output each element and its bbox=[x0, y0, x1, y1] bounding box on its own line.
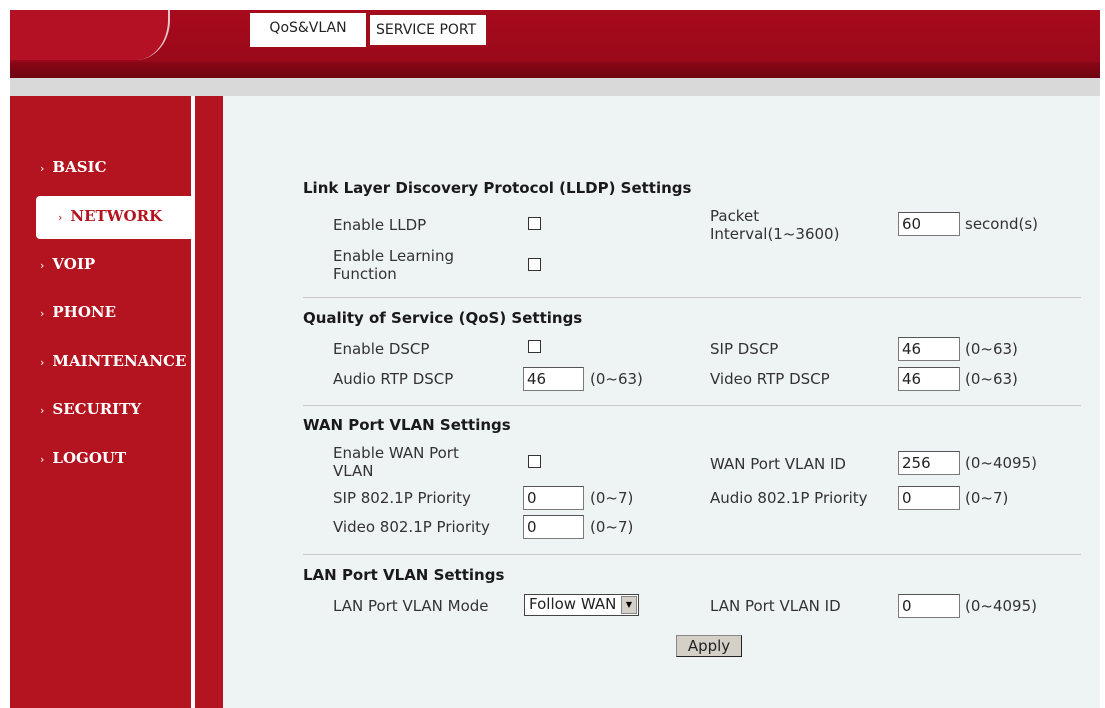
sidebar-item-maintenance[interactable]: › MAINTENANCE bbox=[40, 352, 191, 370]
lan-vlan-id-input[interactable]: 0 bbox=[898, 594, 960, 618]
sidebar-item-phone[interactable]: › PHONE bbox=[40, 303, 116, 321]
lan-vlan-id-label: LAN Port VLAN ID bbox=[710, 597, 841, 615]
sidebar-strip bbox=[195, 96, 223, 708]
sidebar-item-label: BASIC bbox=[52, 158, 107, 176]
chevron-right-icon: › bbox=[40, 356, 45, 369]
header-shade bbox=[10, 62, 1100, 78]
audio-priority-input[interactable]: 0 bbox=[898, 486, 960, 510]
sidebar-item-label: NETWORK bbox=[70, 207, 163, 225]
logo-area bbox=[10, 10, 170, 60]
sip-dscp-range: (0~63) bbox=[965, 340, 1018, 358]
lan-vlan-mode-select[interactable]: Follow WAN ▼ bbox=[524, 594, 639, 616]
video-rtp-dscp-input[interactable]: 46 bbox=[898, 367, 960, 391]
enable-wan-vlan-checkbox[interactable] bbox=[528, 455, 541, 468]
sidebar-item-label: PHONE bbox=[52, 303, 117, 321]
header-separator bbox=[10, 78, 1100, 96]
chevron-right-icon: › bbox=[40, 453, 45, 466]
lan-vlan-id-range: (0~4095) bbox=[965, 597, 1037, 615]
chevron-right-icon: › bbox=[40, 404, 45, 417]
sidebar-item-label: LOGOUT bbox=[52, 449, 127, 467]
wan-section-title: WAN Port VLAN Settings bbox=[303, 416, 511, 434]
packet-interval-input[interactable]: 60 bbox=[898, 212, 960, 236]
sidebar-item-label: MAINTENANCE bbox=[52, 352, 187, 370]
section-divider bbox=[303, 554, 1081, 555]
sip-priority-input[interactable]: 0 bbox=[523, 486, 584, 510]
packet-interval-unit: second(s) bbox=[965, 215, 1039, 233]
video-rtp-dscp-range: (0~63) bbox=[965, 370, 1018, 388]
qos-section-title: Quality of Service (QoS) Settings bbox=[303, 309, 583, 327]
enable-lldp-label: Enable LLDP bbox=[333, 216, 427, 234]
enable-learning-label-line2: Function bbox=[333, 265, 397, 283]
sidebar-item-voip[interactable]: › VOIP bbox=[40, 255, 95, 273]
chevron-right-icon: › bbox=[40, 162, 45, 175]
video-priority-label: Video 802.1P Priority bbox=[333, 518, 490, 536]
enable-learning-label-line1: Enable Learning bbox=[333, 247, 454, 265]
enable-wan-vlan-label-line1: Enable WAN Port bbox=[333, 444, 459, 462]
sidebar-item-label: VOIP bbox=[52, 255, 96, 273]
audio-priority-range: (0~7) bbox=[965, 489, 1009, 507]
chevron-right-icon: › bbox=[58, 211, 63, 224]
dropdown-arrow-icon[interactable]: ▼ bbox=[621, 596, 637, 614]
video-priority-range: (0~7) bbox=[590, 518, 634, 536]
sidebar-item-logout[interactable]: › LOGOUT bbox=[40, 449, 126, 467]
audio-priority-label: Audio 802.1P Priority bbox=[710, 489, 868, 507]
sip-dscp-input[interactable]: 46 bbox=[898, 337, 960, 361]
sip-dscp-label: SIP DSCP bbox=[710, 340, 779, 358]
enable-dscp-checkbox[interactable] bbox=[528, 340, 541, 353]
audio-rtp-dscp-input[interactable]: 46 bbox=[523, 367, 584, 391]
wan-vlan-id-input[interactable]: 256 bbox=[898, 451, 960, 475]
lan-vlan-mode-label: LAN Port VLAN Mode bbox=[333, 597, 489, 615]
enable-wan-vlan-label: Enable WAN Port VLAN bbox=[333, 444, 459, 480]
audio-rtp-dscp-range: (0~63) bbox=[590, 370, 643, 388]
packet-interval-label-line1: Packet bbox=[710, 207, 760, 225]
packet-interval-label: Packet Interval(1~3600) bbox=[710, 207, 839, 243]
sip-priority-range: (0~7) bbox=[590, 489, 634, 507]
sidebar-item-network[interactable]: › NETWORK bbox=[58, 207, 162, 225]
apply-button[interactable]: Apply bbox=[676, 635, 742, 657]
section-divider bbox=[303, 297, 1081, 298]
sidebar-item-label: SECURITY bbox=[52, 400, 142, 418]
audio-rtp-dscp-label: Audio RTP DSCP bbox=[333, 370, 454, 388]
tab-service-port[interactable]: SERVICE PORT bbox=[368, 13, 488, 47]
lan-vlan-mode-value: Follow WAN bbox=[529, 595, 617, 613]
video-rtp-dscp-label: Video RTP DSCP bbox=[710, 370, 830, 388]
section-divider bbox=[303, 405, 1081, 406]
lldp-section-title: Link Layer Discovery Protocol (LLDP) Set… bbox=[303, 179, 692, 197]
packet-interval-label-line2: Interval(1~3600) bbox=[710, 225, 840, 243]
enable-wan-vlan-label-line2: VLAN bbox=[333, 462, 374, 480]
sidebar-item-security[interactable]: › SECURITY bbox=[40, 400, 141, 418]
enable-lldp-checkbox[interactable] bbox=[528, 217, 541, 230]
enable-learning-label: Enable Learning Function bbox=[333, 247, 454, 283]
tab-qos-vlan[interactable]: QoS&VLAN bbox=[250, 13, 366, 47]
wan-vlan-id-range: (0~4095) bbox=[965, 454, 1037, 472]
wan-vlan-id-label: WAN Port VLAN ID bbox=[710, 455, 846, 473]
video-priority-input[interactable]: 0 bbox=[523, 515, 584, 539]
chevron-right-icon: › bbox=[40, 259, 45, 272]
lan-section-title: LAN Port VLAN Settings bbox=[303, 566, 505, 584]
sip-priority-label: SIP 802.1P Priority bbox=[333, 489, 471, 507]
enable-learning-checkbox[interactable] bbox=[528, 258, 541, 271]
enable-dscp-label: Enable DSCP bbox=[333, 340, 430, 358]
chevron-right-icon: › bbox=[40, 307, 45, 320]
sidebar-item-basic[interactable]: › BASIC bbox=[40, 158, 107, 176]
